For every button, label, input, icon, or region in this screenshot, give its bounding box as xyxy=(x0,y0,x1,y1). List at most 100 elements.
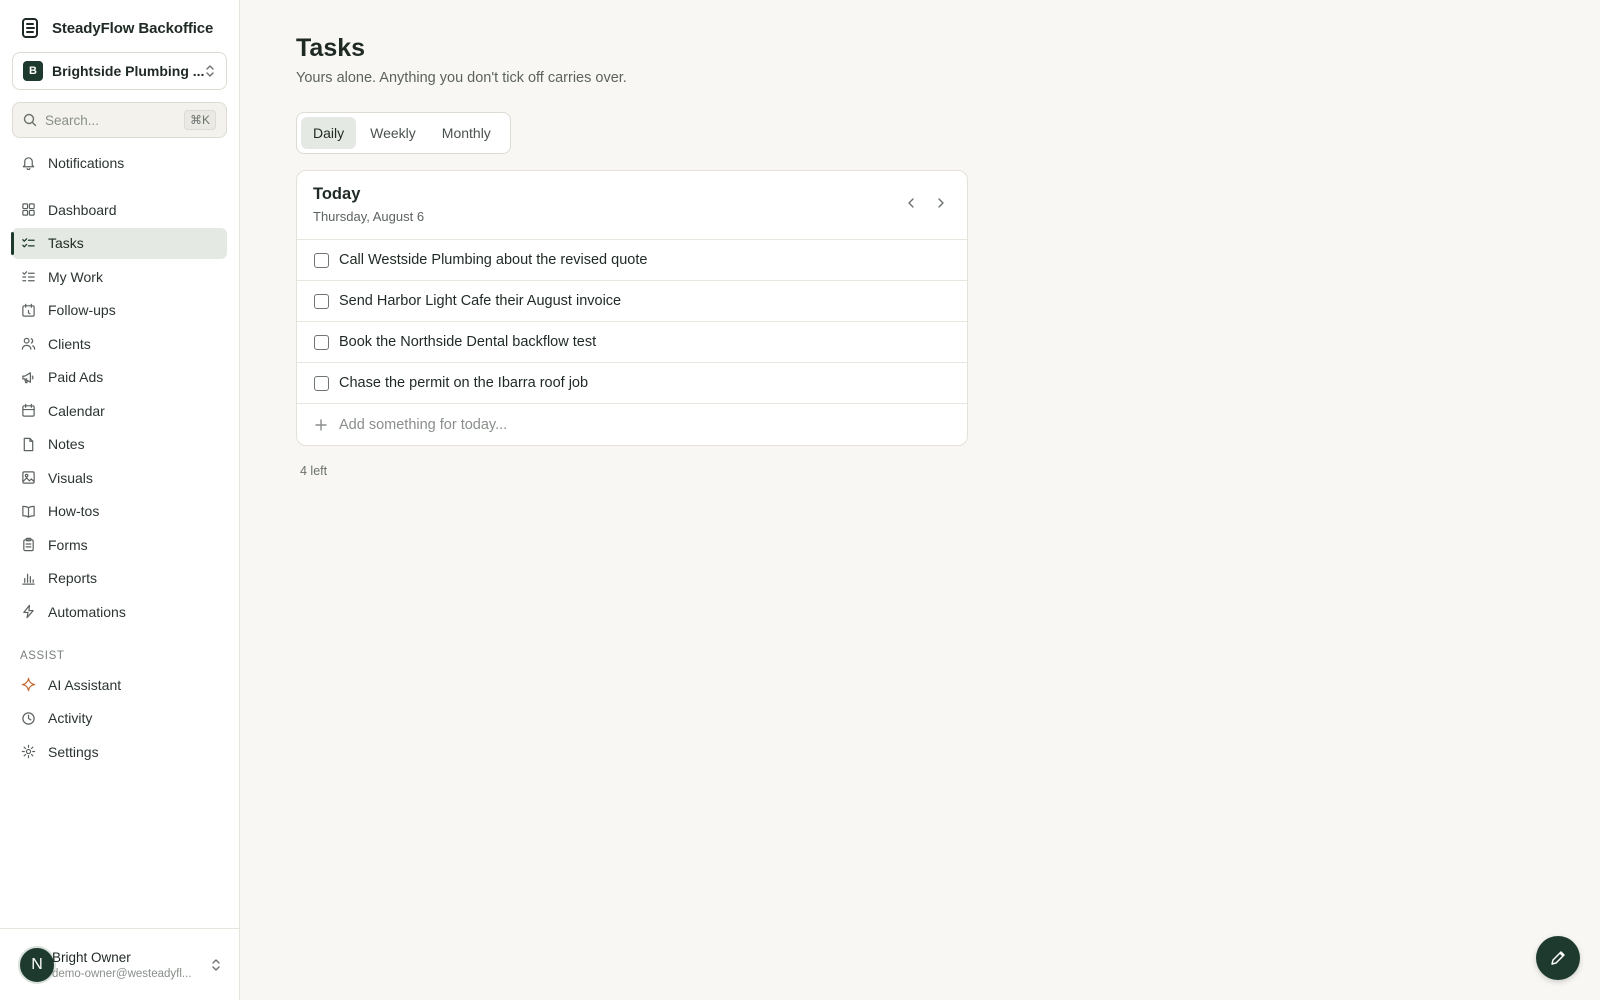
workspace-badge: B xyxy=(23,61,43,81)
tasks-card: Today Thursday, August 6 Call Westside P… xyxy=(296,170,968,446)
sidebar-item-label: Tasks xyxy=(48,235,84,251)
remaining-count: 4 left xyxy=(300,464,328,478)
task-checkbox[interactable] xyxy=(314,293,329,309)
chevron-left-icon xyxy=(908,198,914,208)
sidebar-item-label: Settings xyxy=(48,743,99,760)
task-text: Send Harbor Light Cafe their August invo… xyxy=(339,293,622,309)
sidebar-item-label: Clients xyxy=(48,335,91,352)
sidebar-item-how-tos[interactable]: How-tos xyxy=(12,496,227,527)
page-title: Tasks xyxy=(296,34,366,62)
plus-icon xyxy=(315,418,327,431)
task-row: Book the Northside Dental backflow test xyxy=(297,322,967,363)
task-text: Chase the permit on the Ibarra roof job xyxy=(339,375,589,391)
sparkle-icon xyxy=(20,677,36,693)
search-placeholder: Search... xyxy=(45,112,100,128)
megaphone-icon xyxy=(20,369,36,385)
sidebar-item-tasks[interactable]: Tasks xyxy=(11,227,227,259)
sidebar-item-my-work[interactable]: My Work xyxy=(12,261,227,292)
follow-ups-icon xyxy=(20,302,36,318)
sidebar-item-label: How-tos xyxy=(48,503,100,519)
sidebar-item-label: Automations xyxy=(48,603,126,620)
compose-button[interactable] xyxy=(1536,936,1580,980)
sidebar-item-label: Paid Ads xyxy=(48,369,104,385)
bell-icon xyxy=(20,155,36,171)
sidebar-item-reports[interactable]: Reports xyxy=(12,563,227,594)
sidebar-item-label: Notifications xyxy=(48,154,125,171)
gear-icon xyxy=(20,744,36,760)
brand[interactable]: SteadyFlow Backoffice xyxy=(20,17,213,39)
card-header: Today Thursday, August 6 xyxy=(297,171,967,240)
task-text: Call Westside Plumbing about the revised… xyxy=(339,252,648,268)
sidebar-item-label: Forms xyxy=(48,536,88,553)
task-checkbox[interactable] xyxy=(314,252,329,268)
task-text: Book the Northside Dental backflow test xyxy=(339,334,597,350)
sidebar-item-label: Dashboard xyxy=(48,201,117,218)
clock-icon xyxy=(20,710,36,726)
sidebar-item-follow-ups[interactable]: Follow-ups xyxy=(12,295,227,326)
add-task-input[interactable]: Add something for today... xyxy=(297,404,967,445)
search-input[interactable]: Search... ⌘K xyxy=(12,102,227,138)
previous-day-button[interactable] xyxy=(903,195,919,211)
sidebar-item-forms[interactable]: Forms xyxy=(12,529,227,560)
user-name: Bright Owner xyxy=(52,949,131,965)
sidebar-item-dashboard[interactable]: Dashboard xyxy=(12,194,227,225)
next-day-button[interactable] xyxy=(933,195,949,211)
period-tabs: Daily Weekly Monthly xyxy=(296,112,511,154)
user-email: demo-owner@westeadyfl... xyxy=(52,967,192,980)
logo-icon xyxy=(22,18,38,38)
sidebar-item-label: Calendar xyxy=(48,402,105,419)
sidebar-item-automations[interactable]: Automations xyxy=(12,596,227,627)
sidebar-item-notifications[interactable]: Notifications xyxy=(12,147,227,178)
sidebar-item-label: My Work xyxy=(48,268,103,285)
sidebar-item-label: Reports xyxy=(48,570,98,586)
sidebar-item-activity[interactable]: Activity xyxy=(12,703,227,734)
task-row: Send Harbor Light Cafe their August invo… xyxy=(297,281,967,322)
sidebar-item-visuals[interactable]: Visuals xyxy=(12,462,227,493)
dashboard-icon xyxy=(20,202,36,218)
lightning-icon xyxy=(20,604,36,620)
card-date: Thursday, August 6 xyxy=(313,209,425,224)
tasks-icon xyxy=(20,235,36,251)
chevron-up-down-icon xyxy=(212,958,220,971)
page-subtitle: Yours alone. Anything you don't tick off… xyxy=(296,70,627,86)
bar-chart-icon xyxy=(20,570,36,586)
task-row: Call Westside Plumbing about the revised… xyxy=(297,240,967,281)
user-menu[interactable]: N Bright Owner demo-owner@westeadyfl... xyxy=(0,928,240,1000)
workspace-switcher[interactable]: B Brightside Plumbing ... xyxy=(12,52,227,90)
notes-icon xyxy=(20,436,36,452)
search-icon xyxy=(23,113,37,127)
clients-icon xyxy=(20,336,36,352)
sidebar-item-calendar[interactable]: Calendar xyxy=(12,395,227,426)
sidebar-item-label: Visuals xyxy=(48,469,93,486)
workspace-name: Brightside Plumbing ... xyxy=(52,63,204,79)
card-title: Today xyxy=(313,185,361,203)
sidebar: SteadyFlow Backoffice B Brightside Plumb… xyxy=(0,0,240,1000)
book-icon xyxy=(20,503,36,519)
sidebar-item-label: Activity xyxy=(48,710,93,726)
tab-monthly[interactable]: Monthly xyxy=(430,117,503,149)
sidebar-item-label: Notes xyxy=(48,436,85,452)
add-task-placeholder: Add something for today... xyxy=(339,416,508,433)
pencil-icon xyxy=(1551,951,1565,965)
my-work-icon xyxy=(20,269,36,285)
calendar-icon xyxy=(20,403,36,419)
task-checkbox[interactable] xyxy=(314,375,329,391)
sidebar-item-label: Follow-ups xyxy=(48,302,116,318)
sidebar-item-notes[interactable]: Notes xyxy=(12,429,227,460)
sidebar-item-label: AI Assistant xyxy=(48,676,122,693)
search-shortcut: ⌘K xyxy=(183,110,216,130)
section-label-assist: ASSIST xyxy=(20,650,65,662)
chevron-up-down-icon xyxy=(206,65,214,77)
sidebar-item-paid-ads[interactable]: Paid Ads xyxy=(12,362,227,393)
chevron-right-icon xyxy=(938,198,944,208)
task-checkbox[interactable] xyxy=(314,334,329,350)
tab-daily[interactable]: Daily xyxy=(301,117,357,149)
sidebar-item-ai-assistant[interactable]: AI Assistant xyxy=(12,669,227,700)
avatar: N xyxy=(18,945,56,984)
clipboard-icon xyxy=(20,537,36,553)
tab-weekly[interactable]: Weekly xyxy=(358,117,428,149)
task-row: Chase the permit on the Ibarra roof job xyxy=(297,363,967,404)
sidebar-item-settings[interactable]: Settings xyxy=(12,736,227,767)
image-icon xyxy=(20,470,36,486)
sidebar-item-clients[interactable]: Clients xyxy=(12,328,227,359)
